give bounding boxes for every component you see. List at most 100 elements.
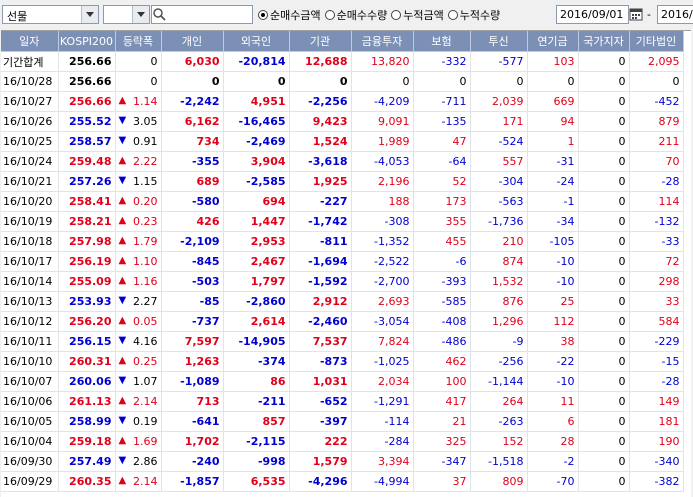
column-header[interactable]: 연기금 (527, 31, 579, 52)
data-cell: 1,989 (351, 131, 414, 152)
data-cell: 100 (413, 371, 471, 392)
table-row[interactable]: 16/09/30257.492.86-240-9981,5793,394-347… (1, 451, 684, 472)
data-cell: 2.14 (115, 471, 162, 492)
date-separator: - (647, 8, 651, 21)
data-cell: 112 (527, 311, 579, 332)
table-row[interactable]: 16/10/21257.261.15689-2,5851,9252,19652-… (1, 171, 684, 192)
data-cell: 211 (629, 131, 684, 152)
data-cell: 7,537 (289, 331, 352, 352)
table-row[interactable]: 16/10/04259.181.691,702-2,115222-2843251… (1, 431, 684, 452)
calendar-icon[interactable] (629, 7, 643, 21)
data-cell: -811 (289, 231, 352, 252)
data-cell: 149 (629, 391, 684, 412)
data-cell: -14,905 (223, 331, 290, 352)
data-cell: 2.86 (115, 451, 162, 472)
data-cell: 1.14 (115, 91, 162, 112)
data-cell: 0 (223, 71, 290, 92)
table-row[interactable]: 16/10/20258.410.20-580694-227188173-563-… (1, 191, 684, 212)
data-cell: 713 (161, 391, 224, 412)
table-row[interactable]: 16/10/28 256.66 0 0 0 0 0 0 0 0 0 0 (1, 71, 684, 92)
total-row[interactable]: 기간합계 256.66 0 6,030 -20,814 12,688 13,820 -332-… (1, 51, 684, 72)
table-row[interactable]: 16/10/26255.523.056,162-16,4659,4239,091… (1, 111, 684, 132)
data-cell: 9,423 (289, 111, 352, 132)
table-row[interactable]: 16/10/14255.091.16-5031,797-1,592-2,700-… (1, 271, 684, 292)
data-cell: 0 (470, 71, 528, 92)
data-cell: -10 (527, 271, 579, 292)
radio-net-quantity[interactable]: 순매수수량 (324, 7, 387, 23)
column-header[interactable]: 금융투자 (351, 31, 414, 52)
table-row[interactable]: 16/09/29260.352.14-1,8576,535-4,296-4,99… (1, 471, 684, 492)
column-header[interactable]: 국가지자 (578, 31, 630, 52)
data-cell: 257.49 (58, 451, 116, 472)
date-cell: 16/10/04 (1, 431, 59, 452)
data-cell: -2,460 (289, 311, 352, 332)
data-cell: 28 (527, 431, 579, 452)
data-cell: -2,469 (223, 131, 290, 152)
table-row[interactable]: 16/10/19258.210.234261,447-1,742-308355-… (1, 211, 684, 232)
column-header[interactable]: 보험 (413, 31, 471, 52)
column-header[interactable]: 일자 (1, 31, 59, 52)
data-cell: -580 (161, 191, 224, 212)
table-row[interactable]: 16/10/17256.191.10-8452,467-1,694-2,522-… (1, 251, 684, 272)
column-header[interactable]: 외국인 (223, 31, 290, 52)
data-cell: 47 (413, 131, 471, 152)
data-cell: -1,352 (351, 231, 414, 252)
sub-select[interactable] (103, 5, 150, 24)
table-row[interactable]: 16/10/27256.661.14-2,2424,951-2,256-4,20… (1, 91, 684, 112)
column-header[interactable]: 투신 (470, 31, 528, 52)
radio-cum-quantity[interactable]: 누적수량 (447, 7, 500, 23)
data-cell: -2,115 (223, 431, 290, 452)
data-cell: 0 (578, 451, 630, 472)
table-row[interactable]: 16/10/24259.482.22-3553,904-3,618-4,053-… (1, 151, 684, 172)
data-cell: 1,447 (223, 211, 290, 232)
radio-net-amount[interactable]: 순매수금액 (258, 7, 321, 23)
data-cell: 7,597 (161, 331, 224, 352)
data-cell: -1,025 (351, 351, 414, 372)
data-cell: -332 (413, 51, 471, 72)
data-cell: -340 (629, 451, 684, 472)
search-icon[interactable] (150, 5, 169, 24)
data-cell: 2,095 (629, 51, 684, 72)
table-row[interactable]: 16/10/07260.061.07-1,089861,0312,034100-… (1, 371, 684, 392)
data-cell: 1,524 (289, 131, 352, 152)
data-cell: 2.27 (115, 291, 162, 312)
data-cell: 171 (470, 111, 528, 132)
data-cell: 0 (578, 191, 630, 212)
table-row[interactable]: 16/10/05258.990.19-641857-397-11421-2636… (1, 411, 684, 432)
end-date-input[interactable]: 2016/ (657, 5, 693, 24)
chevron-down-icon[interactable] (81, 6, 98, 23)
data-cell: 0 (413, 71, 471, 92)
radio-dot-icon (391, 9, 402, 20)
data-cell: -1,857 (161, 471, 224, 492)
table-row[interactable]: 16/10/13253.932.27-85-2,8602,9122,693-58… (1, 291, 684, 312)
column-header[interactable]: 기타법인 (629, 31, 684, 52)
data-cell: 0 (578, 371, 630, 392)
data-cell: -20,814 (223, 51, 290, 72)
table-row[interactable]: 16/10/10260.310.251,263-374-873-1,025462… (1, 351, 684, 372)
column-header[interactable]: 개인 (161, 31, 224, 52)
column-header[interactable]: KOSPI200 (58, 31, 116, 52)
data-cell: -2,860 (223, 291, 290, 312)
data-cell: 857 (223, 411, 290, 432)
start-date-input[interactable]: 2016/09/01 (556, 5, 629, 24)
radio-cum-amount[interactable]: 누적금액 (391, 7, 444, 23)
table-row[interactable]: 16/10/18257.981.79-2,1092,953-811-1,3524… (1, 231, 684, 252)
chevron-down-icon[interactable] (132, 6, 149, 23)
data-cell: 70 (629, 151, 684, 172)
data-cell: 0 (578, 51, 630, 72)
data-cell: 1.07 (115, 371, 162, 392)
table-row[interactable]: 16/10/11256.154.167,597-14,9057,5377,824… (1, 331, 684, 352)
data-cell: -114 (351, 411, 414, 432)
view-mode-radio-group: 순매수금액 순매수수량 누적금액 누적수량 (258, 5, 504, 24)
market-select[interactable]: 선물 (2, 5, 99, 24)
data-cell: 6,162 (161, 111, 224, 132)
data-cell: 257.98 (58, 231, 116, 252)
table-row[interactable]: 16/10/12256.200.05-7372,614-2,460-3,054-… (1, 311, 684, 332)
data-cell: -524 (470, 131, 528, 152)
data-cell: 876 (470, 291, 528, 312)
table-row[interactable]: 16/10/25258.570.91734-2,4691,5241,98947-… (1, 131, 684, 152)
table-row[interactable]: 16/10/06261.132.14713-211-652-1,29141726… (1, 391, 684, 412)
column-header[interactable]: 등락폭 (115, 31, 162, 52)
data-cell: 72 (629, 251, 684, 272)
column-header[interactable]: 기관 (289, 31, 352, 52)
